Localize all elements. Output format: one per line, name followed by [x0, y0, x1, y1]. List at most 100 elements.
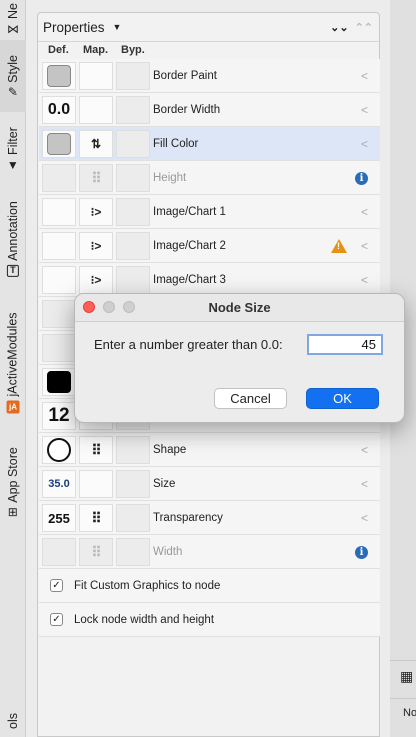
default-value-cell[interactable] — [42, 368, 76, 396]
lock-node-size-checkbox-row[interactable]: ✓ Lock node width and height — [39, 603, 380, 637]
discrete-mapping-icon: ⠿ — [91, 543, 101, 560]
mapping-cell[interactable]: ⁝> — [79, 232, 113, 260]
brush-icon: ✎ — [7, 84, 19, 99]
property-row-shape[interactable]: ⠿ Shape < — [39, 433, 380, 467]
mapping-cell[interactable] — [79, 470, 113, 498]
default-value-cell[interactable]: 35.0 — [42, 470, 76, 498]
chevron-left-icon[interactable]: < — [361, 69, 368, 83]
tab-style[interactable]: ✎ Style — [0, 40, 26, 112]
default-value-cell[interactable] — [42, 538, 76, 566]
mapping-cell[interactable]: ⠿ — [79, 504, 113, 532]
info-icon[interactable]: i — [355, 171, 368, 185]
default-value-cell[interactable] — [42, 130, 76, 158]
bypass-cell[interactable] — [116, 198, 150, 226]
mapping-cell[interactable] — [79, 96, 113, 124]
mapping-cell[interactable]: ⁝> — [79, 198, 113, 226]
tab-network[interactable]: ⋈ Ne — [0, 0, 26, 38]
dialog-title-bar[interactable]: Node Size — [75, 294, 404, 322]
default-value-cell[interactable] — [42, 164, 76, 192]
mapping-cell[interactable]: ⠿ — [79, 538, 113, 566]
property-label: Height — [153, 172, 187, 184]
property-label: Border Width — [153, 104, 221, 116]
chevron-left-icon[interactable]: < — [361, 273, 368, 287]
default-value-cell[interactable] — [42, 300, 76, 328]
tab-tools[interactable]: ols — [0, 704, 26, 737]
default-value-cell[interactable]: 12 — [42, 402, 76, 430]
annotation-icon: T — [7, 264, 19, 277]
fit-custom-graphics-checkbox[interactable]: ✓ — [50, 579, 63, 592]
property-row-image-chart-3[interactable]: ⁝> Image/Chart 3 < — [39, 263, 380, 297]
property-row-fill-color[interactable]: ⇅ Fill Color < — [39, 127, 380, 161]
chevron-left-icon[interactable]: < — [361, 477, 368, 491]
chevron-left-icon[interactable]: < — [361, 103, 368, 117]
node-size-dialog: Node Size Enter a number greater than 0.… — [74, 293, 405, 423]
tab-tools-label: ols — [5, 712, 20, 729]
collapse-all-icon[interactable]: ⌄⌄ — [330, 21, 348, 34]
default-value-cell[interactable] — [42, 62, 76, 90]
default-value-cell[interactable] — [42, 436, 76, 464]
property-row-width[interactable]: ⠿ Width i — [39, 535, 380, 569]
column-headers: Def. Map. Byp. — [38, 42, 379, 60]
default-value-cell[interactable] — [42, 266, 76, 294]
properties-dropdown[interactable]: Properties — [43, 20, 105, 35]
network-icon: ⋈ — [7, 21, 20, 36]
mapping-cell[interactable]: ⁝> — [79, 266, 113, 294]
bypass-cell[interactable] — [116, 504, 150, 532]
close-window-button[interactable] — [83, 301, 95, 313]
passthrough-mapping-icon: ⁝> — [90, 273, 102, 287]
chevron-left-icon[interactable]: < — [361, 205, 368, 219]
fit-custom-graphics-checkbox-row[interactable]: ✓ Fit Custom Graphics to node — [39, 569, 380, 603]
chevron-left-icon[interactable]: < — [361, 443, 368, 457]
property-row-border-paint[interactable]: Border Paint < — [39, 59, 380, 93]
mapping-cell[interactable]: ⠿ — [79, 436, 113, 464]
bypass-cell[interactable] — [116, 232, 150, 260]
dropdown-caret-icon[interactable]: ▼ — [113, 22, 122, 32]
bypass-cell[interactable] — [116, 62, 150, 90]
chevron-left-icon[interactable]: < — [361, 511, 368, 525]
default-value-cell[interactable]: 0.0 — [42, 96, 76, 124]
tab-annotation[interactable]: T Annotation — [0, 186, 26, 292]
zoom-window-button[interactable] — [123, 301, 135, 313]
mapping-cell[interactable]: ⠿ — [79, 164, 113, 192]
bypass-cell[interactable] — [116, 538, 150, 566]
bypass-cell[interactable] — [116, 470, 150, 498]
node-size-input[interactable] — [307, 334, 383, 355]
tab-jactivemodules[interactable]: jA jActiveModules — [0, 296, 26, 430]
default-value-cell[interactable] — [42, 198, 76, 226]
chevron-left-icon[interactable]: < — [361, 239, 368, 253]
property-row-size[interactable]: 35.0 Size < — [39, 467, 380, 501]
bypass-cell[interactable] — [116, 96, 150, 124]
property-row-transparency[interactable]: 255 ⠿ Transparency < — [39, 501, 380, 535]
bypass-cell[interactable] — [116, 164, 150, 192]
expand-all-icon[interactable]: ⌃⌃ — [355, 21, 373, 34]
tab-filter[interactable]: ▼ Filter — [0, 114, 26, 184]
warning-icon[interactable]: ! — [330, 239, 347, 253]
tab-filter-label: Filter — [6, 127, 21, 155]
default-value-cell[interactable] — [42, 232, 76, 260]
dialog-title: Node Size — [208, 300, 271, 315]
gray-swatch-icon — [47, 133, 71, 155]
col-map: Map. — [83, 44, 109, 56]
default-value-cell[interactable]: 255 — [42, 504, 76, 532]
property-row-image-chart-2[interactable]: ⁝> Image/Chart 2 ! < — [39, 229, 380, 263]
mapping-cell[interactable]: ⇅ — [79, 130, 113, 158]
jactivemodules-icon: jA — [6, 400, 20, 414]
property-row-border-width[interactable]: 0.0 Border Width < — [39, 93, 380, 127]
cancel-button[interactable]: Cancel — [214, 388, 287, 409]
tab-app-store[interactable]: ⊞ App Store — [0, 434, 26, 530]
lock-node-size-checkbox[interactable]: ✓ — [50, 613, 63, 626]
default-value-cell[interactable] — [42, 334, 76, 362]
bypass-cell[interactable] — [116, 130, 150, 158]
property-row-height[interactable]: ⠿ Height i — [39, 161, 380, 195]
info-icon[interactable]: i — [355, 545, 368, 559]
chevron-left-icon[interactable]: < — [361, 137, 368, 151]
ok-button[interactable]: OK — [306, 388, 379, 409]
property-row-image-chart-1[interactable]: ⁝> Image/Chart 1 < — [39, 195, 380, 229]
gray-swatch-icon — [47, 65, 71, 87]
mapping-cell[interactable] — [79, 62, 113, 90]
minimize-window-button[interactable] — [103, 301, 115, 313]
bypass-cell[interactable] — [116, 436, 150, 464]
bypass-cell[interactable] — [116, 266, 150, 294]
table-grid-icon[interactable]: ▦ — [400, 668, 413, 685]
property-label: Border Paint — [153, 70, 217, 82]
